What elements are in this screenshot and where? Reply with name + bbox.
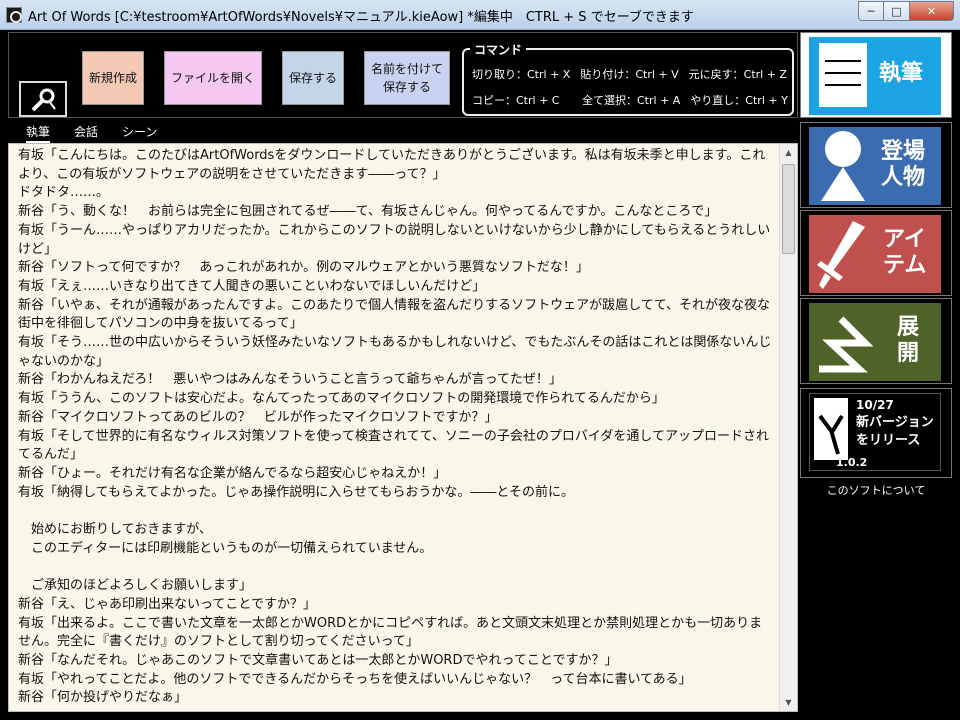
news-tile: 10/27 新バージョン をリリース 1.0.2 bbox=[809, 393, 941, 471]
undo-shortcut: 元に戻す：Ctrl + Z bbox=[688, 68, 787, 81]
window-controls: ─ □ ✕ bbox=[858, 1, 954, 21]
cut-shortcut: 切り取り：Ctrl + X bbox=[472, 68, 571, 81]
scroll-thumb[interactable] bbox=[782, 164, 795, 254]
minimize-button[interactable]: ─ bbox=[858, 1, 884, 21]
window-title: Art Of Words [C:¥testroom¥ArtOfWords¥Nov… bbox=[28, 10, 694, 25]
copy-shortcut: コピー：Ctrl + C bbox=[472, 94, 560, 107]
vertical-scrollbar[interactable]: ▲ ▼ bbox=[779, 144, 797, 711]
paste-shortcut: 貼り付け：Ctrl + V bbox=[580, 68, 679, 81]
magnifier-logo-icon bbox=[31, 88, 56, 112]
sword-icon bbox=[817, 221, 865, 289]
app-icon bbox=[6, 7, 22, 23]
new-file-button[interactable]: 新規作成 bbox=[82, 51, 144, 105]
tab-write[interactable]: 執筆 bbox=[26, 123, 51, 143]
editor-content[interactable]: 有坂「こんにちは。このたびはArtOfWordsをダウンロードしていただきありが… bbox=[18, 147, 774, 708]
write-label: 執筆 bbox=[879, 61, 924, 86]
tab-scene[interactable]: シーン bbox=[122, 123, 157, 140]
side-write-button[interactable]: 執筆 bbox=[800, 32, 952, 118]
select-all-shortcut: 全て選択：Ctrl + A bbox=[582, 94, 681, 107]
characters-tile: 登場 人物 bbox=[809, 127, 941, 205]
open-file-button[interactable]: ファイルを開く bbox=[164, 51, 262, 105]
toolbar: 新規作成 ファイルを開く 保存する 名前を付けて 保存する コマンド 切り取り：… bbox=[8, 32, 798, 118]
news-date: 10/27 bbox=[856, 398, 894, 412]
plot-tile: 展 開 bbox=[809, 303, 941, 381]
tab-bar: 執筆 会話 シーン bbox=[8, 120, 798, 143]
command-help-box: コマンド 切り取り：Ctrl + X 貼り付け：Ctrl + V 元に戻す：Ct… bbox=[462, 41, 794, 116]
news-version: 1.0.2 bbox=[836, 456, 868, 469]
maximize-button[interactable]: □ bbox=[884, 1, 910, 21]
plot-label: 展 開 bbox=[897, 315, 920, 366]
save-as-button[interactable]: 名前を付けて 保存する bbox=[364, 51, 450, 105]
redo-shortcut: やり直し：Ctrl + Y bbox=[690, 94, 788, 107]
news-headline: 新バージョン をリリース bbox=[856, 415, 934, 448]
main-area: 新規作成 ファイルを開く 保存する 名前を付けて 保存する コマンド 切り取り：… bbox=[8, 32, 798, 712]
side-plot-button[interactable]: 展 開 bbox=[800, 298, 952, 384]
logo-button[interactable] bbox=[19, 81, 67, 117]
title-bar: Art Of Words [C:¥testroom¥ArtOfWords¥Nov… bbox=[0, 0, 960, 30]
command-row-2: コピー：Ctrl + C 全て選択：Ctrl + A やり直し：Ctrl + Y bbox=[472, 92, 788, 108]
items-tile: アイ テム bbox=[809, 215, 941, 293]
write-tile: 執筆 bbox=[809, 37, 941, 115]
person-icon bbox=[821, 131, 865, 201]
side-panel: 執筆 登場 人物 アイ テム 展 開 10/27 新バージョン をリリース 1.… bbox=[800, 32, 952, 712]
command-title: コマンド bbox=[470, 41, 527, 58]
side-news-banner[interactable]: 10/27 新バージョン をリリース 1.0.2 bbox=[800, 388, 952, 478]
about-software-link[interactable]: このソフトについて bbox=[800, 482, 952, 498]
text-editor[interactable]: 有坂「こんにちは。このたびはArtOfWordsをダウンロードしていただきありが… bbox=[8, 143, 798, 712]
characters-label: 登場 人物 bbox=[881, 139, 926, 190]
side-items-button[interactable]: アイ テム bbox=[800, 210, 952, 296]
document-icon bbox=[819, 43, 867, 107]
command-row-1: 切り取り：Ctrl + X 貼り付け：Ctrl + V 元に戻す：Ctrl + … bbox=[472, 66, 787, 82]
tab-dialogue[interactable]: 会話 bbox=[74, 123, 98, 140]
branch-arrows-icon bbox=[819, 316, 874, 373]
save-button[interactable]: 保存する bbox=[282, 51, 344, 105]
close-button[interactable]: ✕ bbox=[910, 1, 954, 21]
scroll-up-arrow-icon[interactable]: ▲ bbox=[780, 144, 797, 161]
side-characters-button[interactable]: 登場 人物 bbox=[800, 122, 952, 208]
items-label: アイ テム bbox=[883, 227, 927, 278]
scroll-down-arrow-icon[interactable]: ▼ bbox=[780, 694, 797, 711]
